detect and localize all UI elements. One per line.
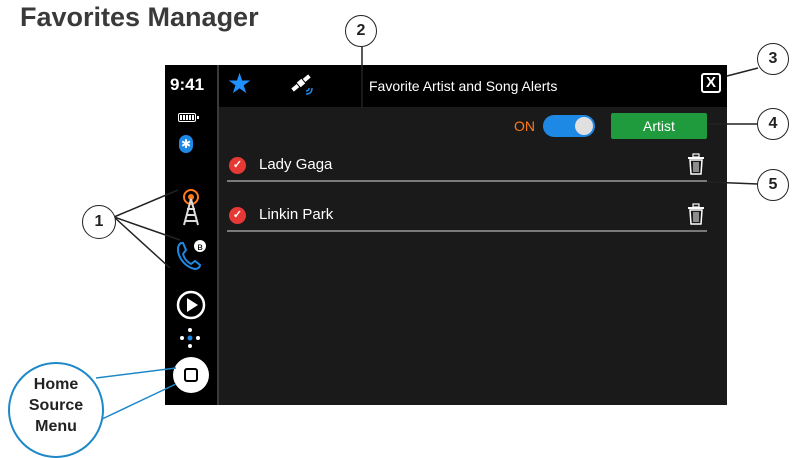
callout-text-menu: Menu: [35, 418, 77, 435]
callout-lines: [95, 47, 759, 421]
callout-5: 5: [757, 169, 789, 201]
callout-3: 3: [757, 43, 789, 75]
callout-4: 4: [757, 108, 789, 140]
callout-text-source: Source: [28, 397, 84, 414]
callout-1: 1: [82, 205, 116, 239]
home-source-menu-callout: Home Source Menu: [8, 362, 104, 458]
callout-2: 2: [345, 15, 377, 47]
callout-text-home: Home: [33, 376, 79, 393]
